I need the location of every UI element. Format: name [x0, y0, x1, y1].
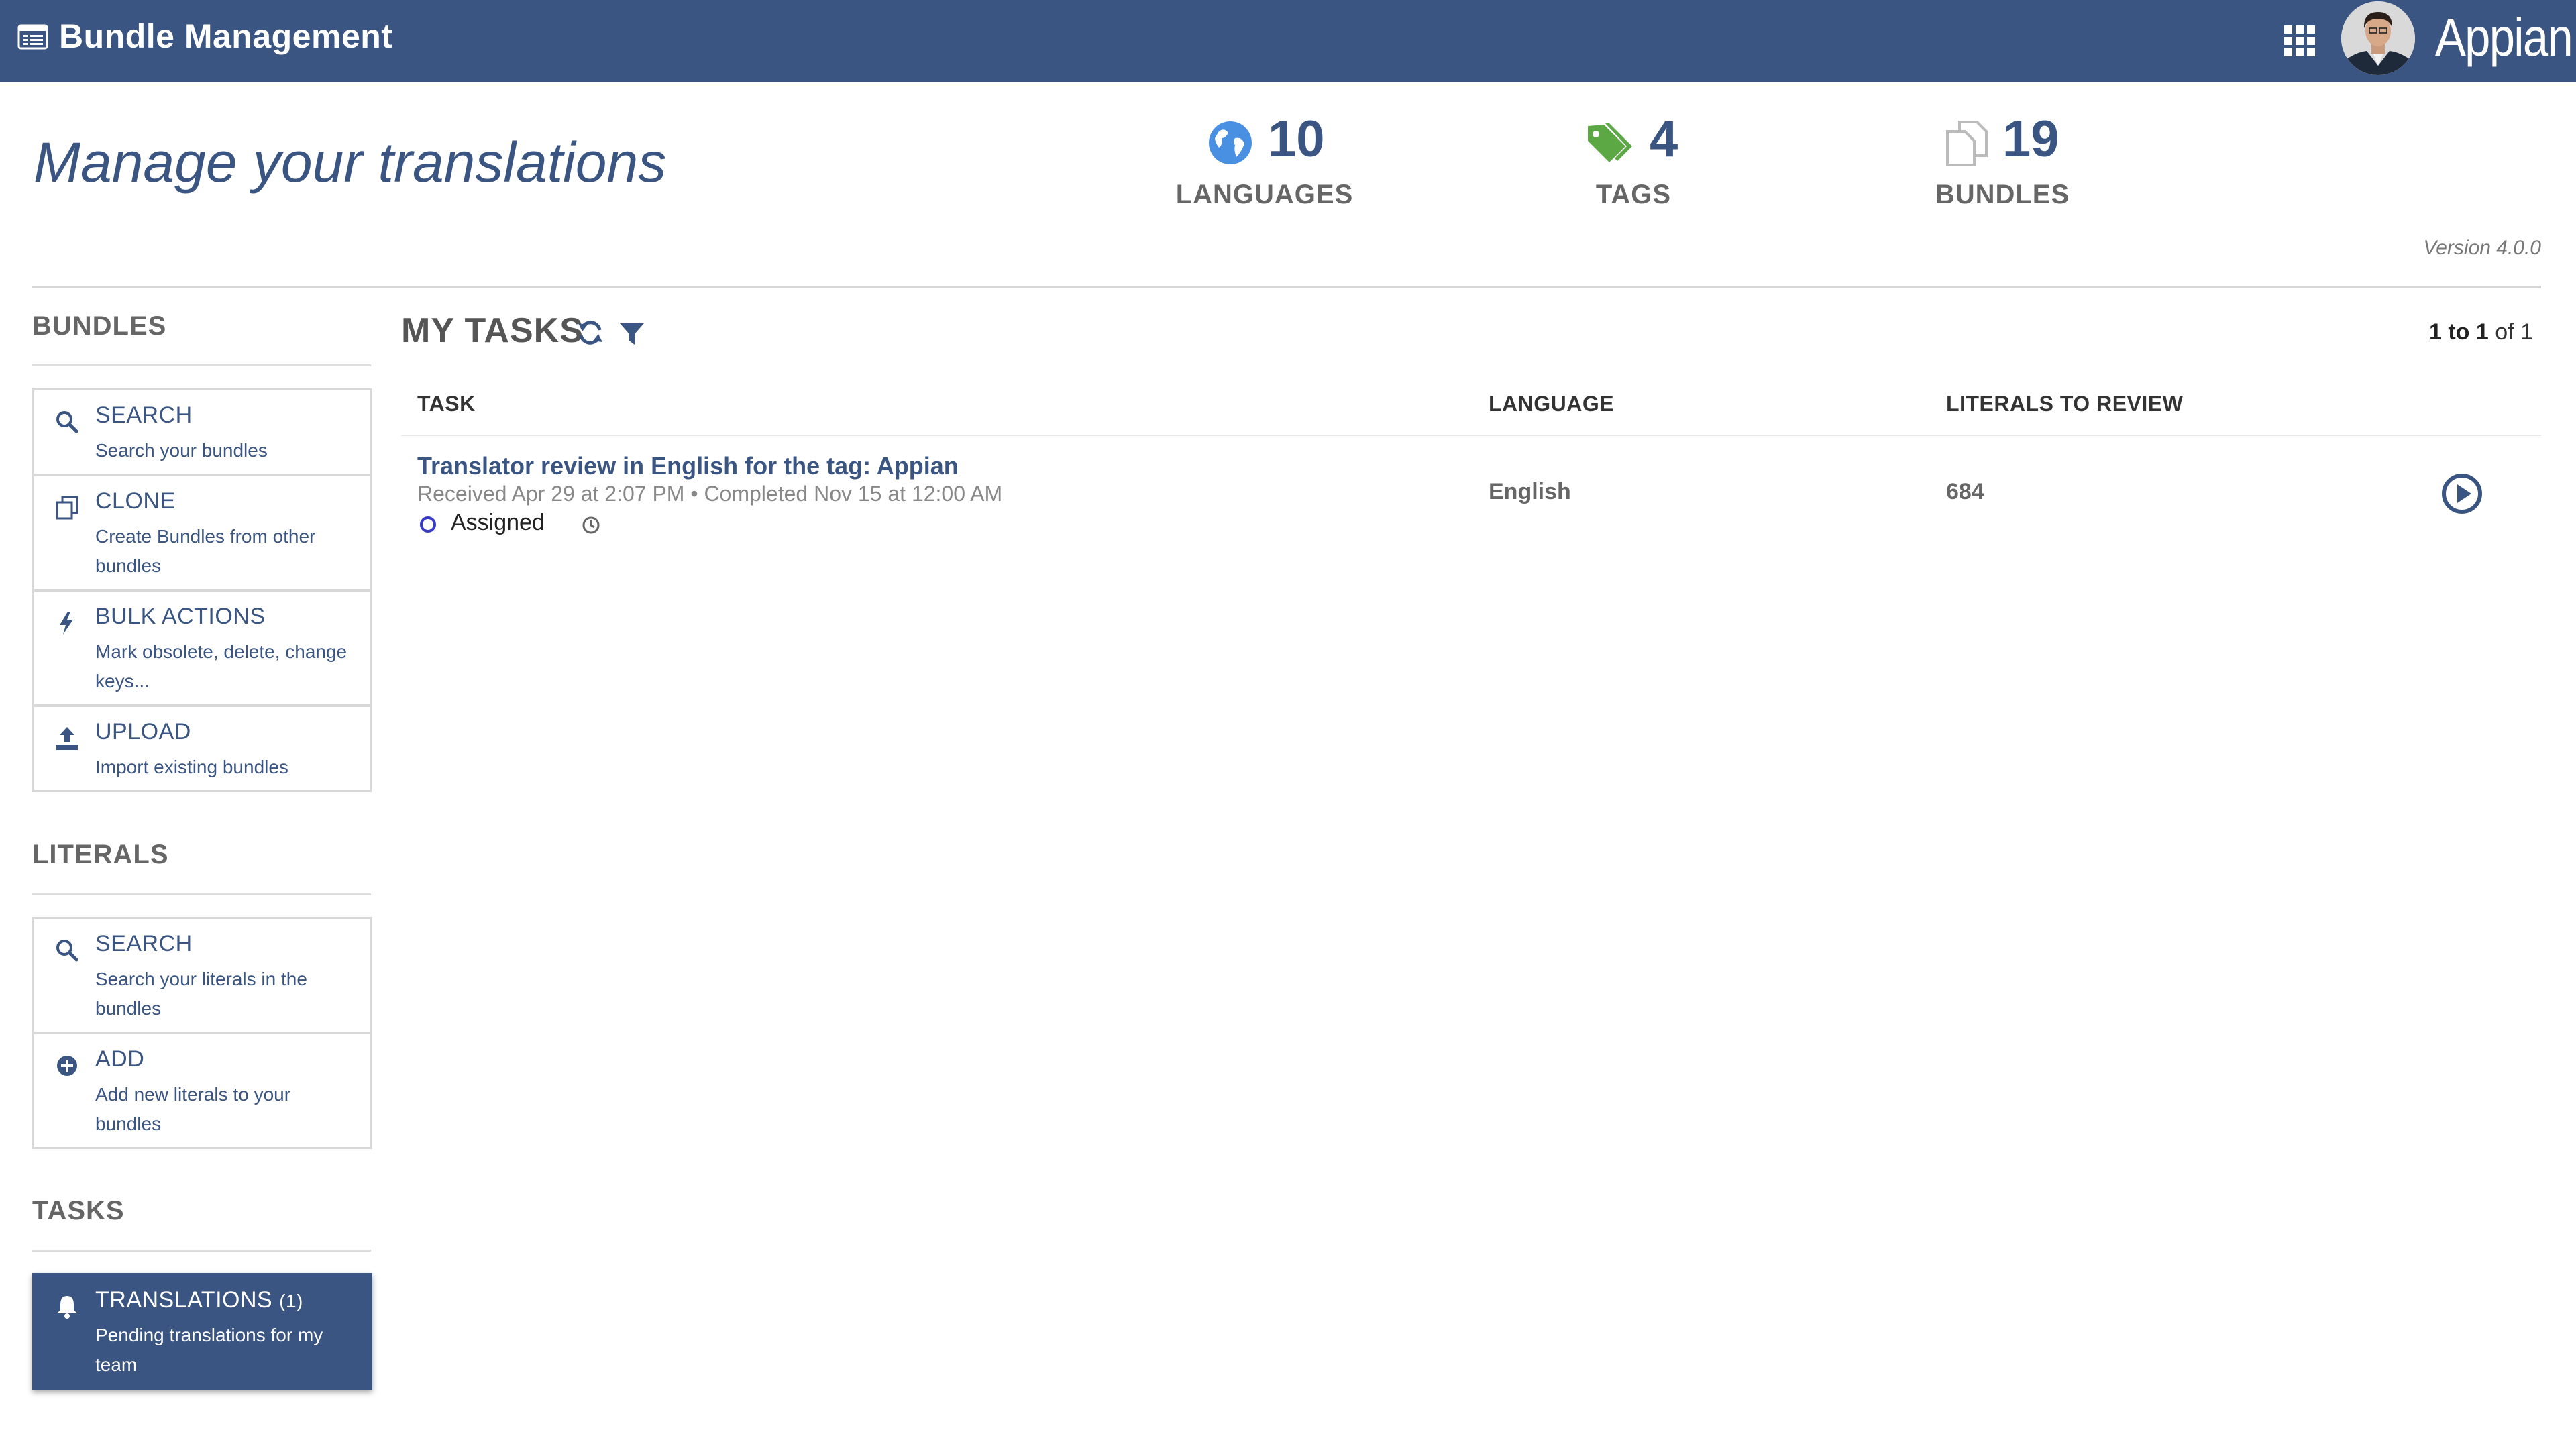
tasks-heading: TASKS: [32, 1196, 125, 1225]
task-link[interactable]: Translator review in English for the tag…: [417, 452, 959, 480]
refresh-icon[interactable]: [576, 318, 605, 347]
bundles-heading: BUNDLES: [32, 311, 167, 341]
filter-icon[interactable]: [619, 321, 645, 347]
search-icon: [56, 411, 78, 433]
list-window-icon: [17, 24, 48, 50]
tasks-divider: [32, 1250, 371, 1252]
user-avatar[interactable]: [2341, 1, 2415, 75]
tags-label: TAGS: [1595, 180, 1672, 209]
brand-logo: Appian: [2435, 7, 2573, 67]
bell-icon: [57, 1296, 77, 1319]
my-tasks-title: MY TASKS: [401, 311, 584, 350]
bolt-icon: [60, 612, 73, 635]
card-title: SEARCH: [95, 931, 193, 956]
card-description: Pending translations for my team: [95, 1325, 323, 1375]
card-title: ADD: [95, 1046, 145, 1072]
bundles-label: BUNDLES: [1935, 180, 2070, 209]
paging-to-word: to: [2448, 319, 2470, 345]
card-description: Search your literals in the bundles: [95, 969, 307, 1019]
documents-icon: [1946, 121, 1988, 166]
card-description: Add new literals to your bundles: [95, 1084, 291, 1134]
search-icon: [56, 940, 78, 962]
card-title: SEARCH: [95, 402, 193, 428]
version-text: Version 4.0.0: [2423, 237, 2541, 259]
bundles-bulk-actions-card[interactable]: BULK ACTIONS Mark obsolete, delete, chan…: [32, 590, 372, 706]
paging-to: 1: [2475, 319, 2489, 345]
card-title: TRANSLATIONS (1): [95, 1287, 303, 1313]
tags-count: 4: [1650, 111, 1678, 168]
column-header-task: TASK: [417, 392, 476, 416]
literals-heading: LITERALS: [32, 840, 169, 869]
translations-count: (1): [279, 1290, 303, 1311]
stat-tags: 4 TAGS: [1493, 106, 1774, 227]
bundles-clone-card[interactable]: CLONE Create Bundles from other bundles: [32, 474, 372, 591]
task-status: Assigned: [451, 510, 545, 535]
card-description: Search your bundles: [95, 440, 268, 461]
bundles-upload-card[interactable]: UPLOAD Import existing bundles: [32, 705, 372, 792]
paging-from: 1: [2428, 319, 2442, 345]
task-meta: Received Apr 29 at 2:07 PM • Completed N…: [417, 482, 1003, 506]
bundles-search-card[interactable]: SEARCH Search your bundles: [32, 388, 372, 476]
card-title: UPLOAD: [95, 719, 191, 745]
page-title: Manage your translations: [34, 131, 667, 194]
clock-icon: [582, 516, 600, 534]
card-title: CLONE: [95, 488, 176, 514]
user-avatar-image: [2341, 1, 2415, 75]
card-description: Import existing bundles: [95, 757, 288, 777]
card-description: Create Bundles from other bundles: [95, 526, 316, 576]
literals-add-card[interactable]: ADD Add new literals to your bundles: [32, 1032, 372, 1149]
card-title: BULK ACTIONS: [95, 604, 266, 629]
paging-of: of 1: [2495, 319, 2533, 345]
stat-bundles: 19 BUNDLES: [1862, 106, 2143, 227]
clone-icon: [56, 496, 78, 520]
column-header-language: LANGUAGE: [1489, 392, 1615, 416]
tags-icon: [1588, 123, 1632, 162]
top-bar: Bundle Management Appian: [0, 0, 2576, 82]
upload-icon: [56, 727, 78, 750]
app-title: Bundle Management: [59, 17, 393, 55]
literals-divider: [32, 893, 371, 895]
header-divider: [32, 286, 2541, 288]
bundles-divider: [32, 364, 371, 366]
app-grid-icon[interactable]: [2282, 23, 2317, 58]
add-circle-icon: [57, 1056, 77, 1076]
task-language: English: [1489, 479, 1571, 504]
stat-languages: 10 LANGUAGES: [1124, 106, 1405, 227]
languages-count: 10: [1268, 111, 1325, 168]
pagination-info: 1 to 1 of 1: [2429, 319, 2533, 345]
literals-search-card[interactable]: SEARCH Search your literals in the bundl…: [32, 917, 372, 1034]
table-header-divider: [401, 435, 2541, 436]
translations-task-card[interactable]: TRANSLATIONS (1) Pending translations fo…: [32, 1273, 372, 1390]
play-circle-icon[interactable]: [2440, 472, 2483, 515]
column-header-literals: LITERALS TO REVIEW: [1946, 392, 2184, 416]
card-description: Mark obsolete, delete, change keys...: [95, 641, 347, 692]
status-circle-icon: [420, 516, 436, 533]
task-literals-count: 684: [1946, 479, 1984, 504]
globe-icon: [1209, 121, 1252, 164]
translations-label: TRANSLATIONS: [95, 1287, 273, 1313]
languages-label: LANGUAGES: [1175, 180, 1354, 209]
bundles-count: 19: [2002, 111, 2059, 168]
